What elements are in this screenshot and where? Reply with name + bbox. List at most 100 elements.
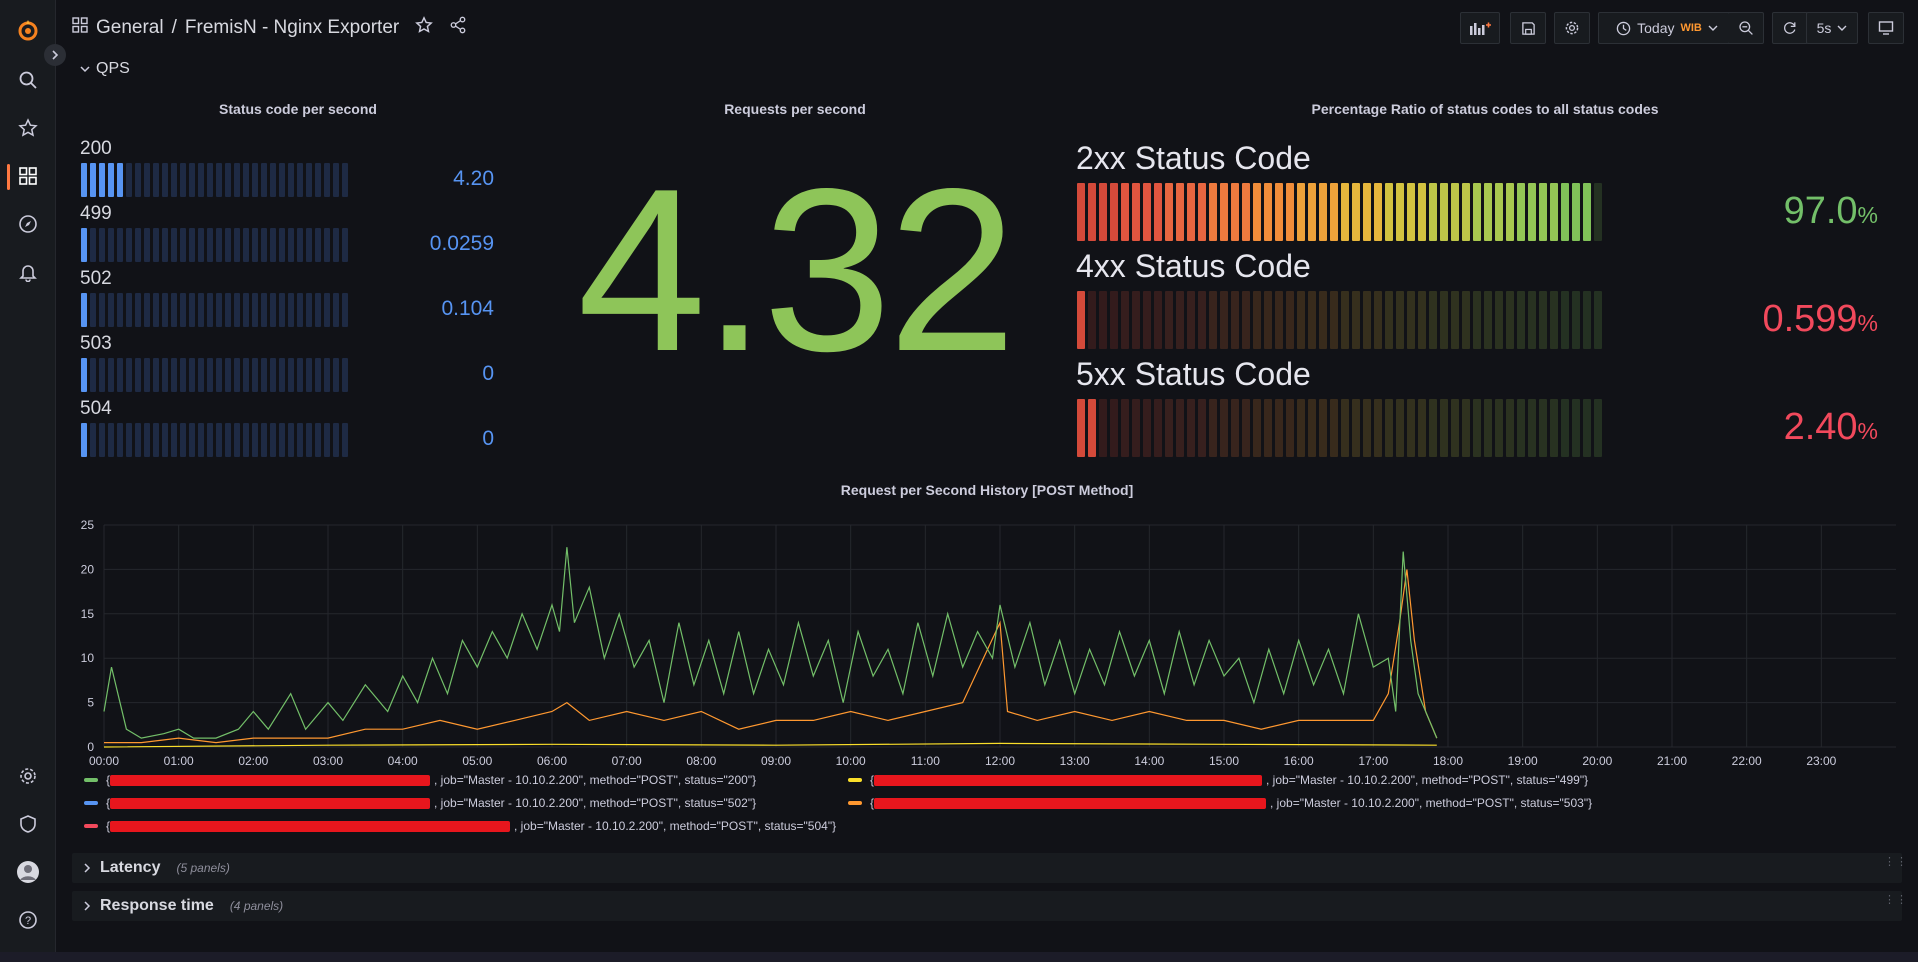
bar-segment — [198, 358, 204, 392]
user-avatar[interactable] — [14, 858, 42, 886]
alerting-bell-icon[interactable] — [14, 258, 42, 286]
gauge-value: 0.599% — [1698, 298, 1878, 341]
bar-segment — [333, 423, 339, 457]
gauge-segment — [1418, 183, 1426, 241]
rps-panel-title[interactable]: Requests per second — [560, 101, 1030, 117]
bar-segment — [288, 423, 294, 457]
gauge-segment — [1440, 399, 1448, 457]
row-qps[interactable]: QPS — [80, 60, 130, 78]
x-tick-label: 17:00 — [1358, 754, 1388, 768]
x-tick-label: 01:00 — [164, 754, 194, 768]
gauge-label: 4xx Status Code — [1076, 248, 1311, 284]
legend-item[interactable]: {, job="Master - 10.10.2.200", method="P… — [848, 773, 1588, 787]
bar-segment — [198, 163, 204, 197]
share-icon[interactable] — [449, 16, 467, 40]
time-picker-button[interactable]: Today WIB — [1598, 12, 1736, 44]
legend-item[interactable]: {, job="Master - 10.10.2.200", method="P… — [84, 796, 756, 810]
refresh-interval-picker[interactable]: 5s — [1806, 12, 1858, 44]
gauge-segment — [1363, 183, 1371, 241]
bar-segment — [225, 228, 231, 262]
bar-segment — [234, 358, 240, 392]
help-icon[interactable]: ? — [14, 906, 42, 934]
bar-segment — [216, 423, 222, 457]
bar-segment — [81, 228, 87, 262]
status-panel-title[interactable]: Status code per second — [80, 101, 516, 117]
bar-segment — [252, 293, 258, 327]
chevron-down-icon — [80, 66, 90, 73]
legend-item[interactable]: {, job="Master - 10.10.2.200", method="P… — [84, 819, 836, 833]
gauge-segment — [1440, 183, 1448, 241]
starred-icon[interactable] — [14, 114, 42, 142]
row-latency[interactable]: Latency (5 panels) ⋮⋮ — [72, 853, 1907, 883]
gauge-segment — [1572, 399, 1580, 457]
bar-segment — [234, 423, 240, 457]
redaction-mark — [110, 820, 511, 832]
save-dashboard-button[interactable] — [1510, 12, 1546, 44]
gauge-segment — [1418, 291, 1426, 349]
bar-segment — [270, 293, 276, 327]
bar-segment — [153, 228, 159, 262]
bar-segment — [117, 228, 123, 262]
legend-item[interactable]: {, job="Master - 10.10.2.200", method="P… — [84, 773, 756, 787]
zoom-out-button[interactable] — [1728, 12, 1764, 44]
explore-icon[interactable] — [14, 210, 42, 238]
gauge-unit: % — [1857, 202, 1878, 228]
status-bar — [81, 358, 348, 392]
legend-item[interactable]: {, job="Master - 10.10.2.200", method="P… — [848, 796, 1592, 810]
add-panel-button[interactable] — [1460, 12, 1500, 44]
grafana-logo-icon[interactable] — [14, 16, 42, 44]
bar-segment — [297, 423, 303, 457]
chevron-right-icon — [84, 863, 91, 873]
bar-segment — [117, 293, 123, 327]
star-icon[interactable] — [415, 16, 434, 40]
bar-segment — [108, 423, 114, 457]
bar-segment — [207, 358, 213, 392]
x-tick-label: 16:00 — [1284, 754, 1314, 768]
search-icon[interactable] — [14, 66, 42, 94]
gauge-segment — [1187, 291, 1195, 349]
y-tick-label: 20 — [81, 562, 95, 576]
bar-segment — [171, 423, 177, 457]
bar-segment — [162, 423, 168, 457]
bar-segment — [288, 293, 294, 327]
bar-segment — [90, 423, 96, 457]
history-graph[interactable]: 0 5 10 15 20 25 00:00 01:00 02:00 03:00 04:00 05:00… — [60, 515, 1900, 770]
rps-stat-value: 4.32 — [577, 141, 1017, 400]
gauge-segment — [1308, 183, 1316, 241]
gauge-segment — [1154, 183, 1162, 241]
gauge-segment — [1253, 291, 1261, 349]
expand-menu-button[interactable] — [44, 44, 66, 66]
bar-segment — [198, 293, 204, 327]
gauge-segment — [1275, 183, 1283, 241]
bar-segment — [99, 163, 105, 197]
bar-segment — [288, 163, 294, 197]
drag-handle-icon[interactable]: ⋮⋮ — [1884, 895, 1907, 914]
history-panel-title[interactable]: Request per Second History [POST Method] — [72, 482, 1902, 498]
legend-label: , job="Master - 10.10.2.200", method="PO… — [434, 796, 757, 810]
gauge-segment — [1528, 399, 1536, 457]
gauge-segment — [1506, 291, 1514, 349]
gauge-segment — [1363, 291, 1371, 349]
refresh-button[interactable] — [1772, 12, 1808, 44]
gauge-segment — [1473, 399, 1481, 457]
row-response-time[interactable]: Response time (4 panels) ⋮⋮ — [72, 891, 1907, 921]
ratio-panel-title[interactable]: Percentage Ratio of status codes to all … — [1070, 101, 1900, 117]
gauge-segment — [1264, 183, 1272, 241]
configuration-gear-icon[interactable] — [14, 762, 42, 790]
drag-handle-icon[interactable]: ⋮⋮ — [1884, 857, 1907, 876]
bar-segment — [288, 228, 294, 262]
gauge-bar — [1077, 399, 1602, 457]
bar-segment — [180, 358, 186, 392]
view-mode-button[interactable] — [1868, 12, 1904, 44]
gauge-segment — [1385, 291, 1393, 349]
bar-segment — [180, 228, 186, 262]
gauge-segment — [1528, 291, 1536, 349]
gauge-segment — [1374, 291, 1382, 349]
gauge-segment — [1407, 399, 1415, 457]
dashboard-settings-button[interactable] — [1554, 12, 1590, 44]
shield-icon[interactable] — [14, 810, 42, 838]
breadcrumb-folder[interactable]: General — [96, 17, 164, 39]
bar-segment — [126, 358, 132, 392]
dashboards-icon[interactable] — [14, 162, 42, 190]
dashboard-title[interactable]: FremisN - Nginx Exporter — [185, 17, 399, 39]
